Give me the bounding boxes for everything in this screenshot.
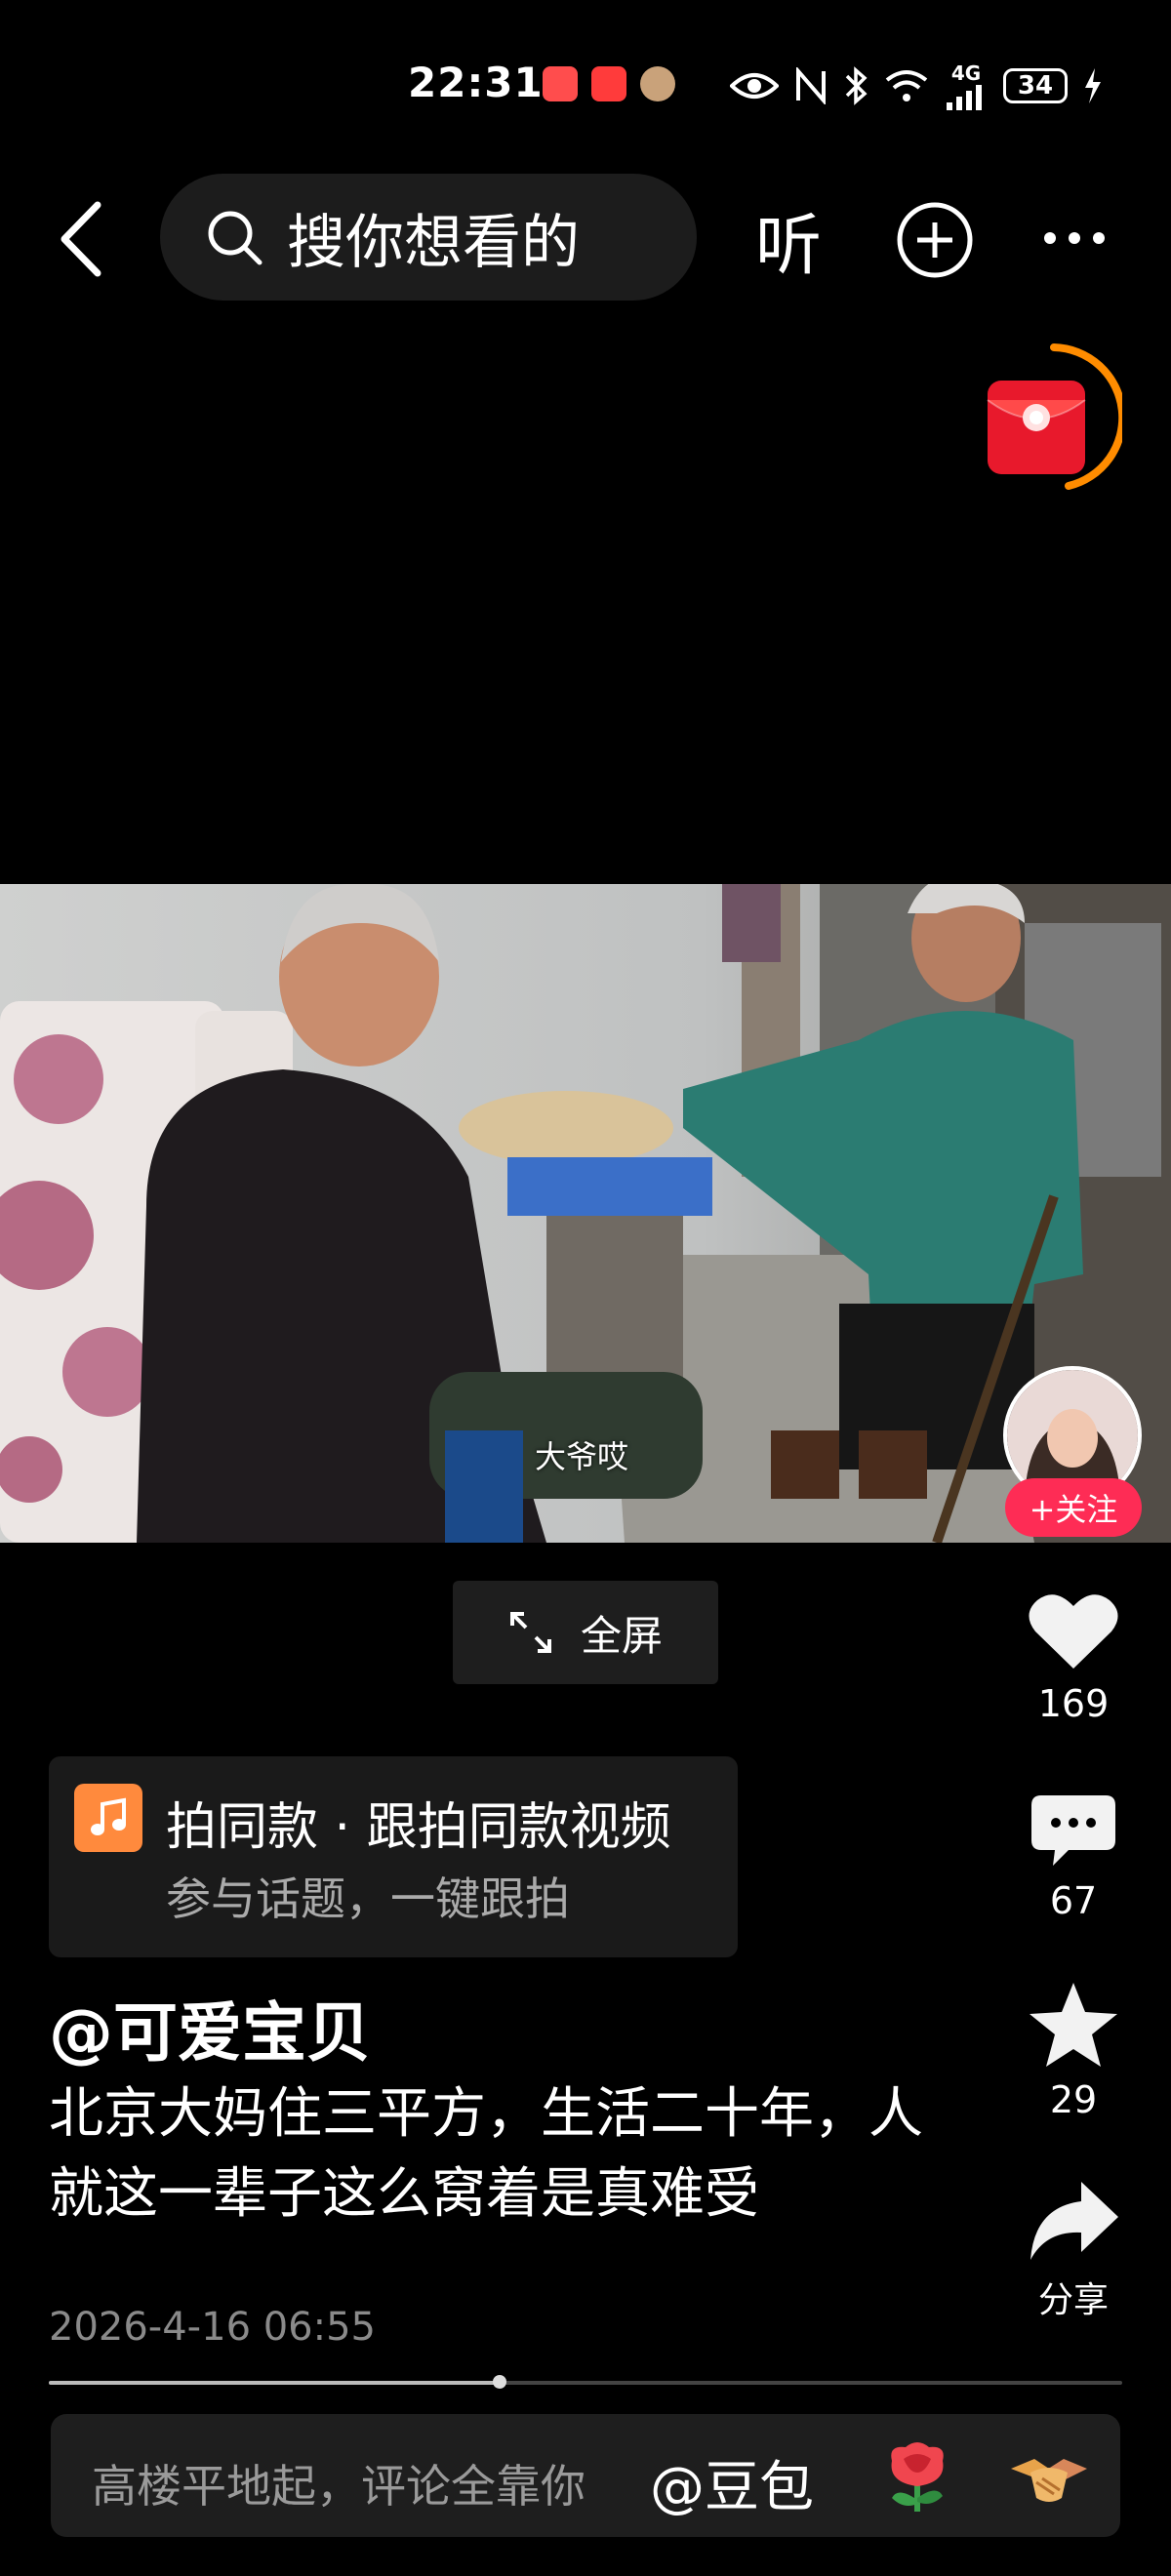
comment-icon: [1031, 1795, 1115, 1866]
battery-indicator: 34: [1003, 68, 1068, 103]
handshake-emoji-icon[interactable]: [1007, 2449, 1091, 2508]
red-envelope-icon[interactable]: [976, 342, 1122, 507]
back-icon[interactable]: [49, 195, 117, 283]
author-name[interactable]: @可爱宝贝: [49, 1981, 371, 2074]
add-icon[interactable]: [894, 199, 976, 281]
search-icon: [208, 211, 262, 265]
notification-icons: [543, 66, 675, 101]
heart-icon: [1029, 1594, 1118, 1669]
shoot-same-card[interactable]: 拍同款 · 跟拍同款视频 参与话题，一键跟拍: [49, 1756, 738, 1957]
charging-icon: [1085, 68, 1101, 103]
like-count: 169: [1037, 1682, 1110, 1725]
search-placeholder: 搜你想看的: [287, 208, 580, 277]
like-button[interactable]: 169: [1015, 1590, 1132, 1725]
more-icon[interactable]: [1042, 230, 1107, 246]
bluetooth-icon: [845, 66, 868, 105]
status-indicators: 4G 34: [730, 59, 1103, 113]
follow-label: +关注: [1029, 1491, 1118, 1528]
share-icon: [1030, 2182, 1118, 2260]
shoot-same-title: 拍同款 · 跟拍同款视频: [166, 1798, 671, 1857]
comment-button[interactable]: 67: [1015, 1791, 1132, 1922]
post-description: 北京大妈住三平方，生活二十年，人就这一辈子这么窝着是真难受: [49, 2082, 923, 2226]
expand-icon: [509, 1612, 551, 1653]
signal-icon: [947, 85, 982, 110]
search-bar[interactable]: 搜你想看的: [160, 174, 697, 301]
follow-button[interactable]: +关注: [1005, 1478, 1142, 1537]
store-notification-icon: [591, 66, 626, 101]
comment-count: 67: [1049, 1879, 1098, 1922]
eye-icon: [730, 73, 779, 99]
share-label: 分享: [1037, 2280, 1109, 2320]
cellular-signal: 4G: [945, 61, 988, 110]
favorite-button[interactable]: 29: [1015, 1981, 1132, 2121]
star-icon: [1030, 1983, 1117, 2067]
mention-doubao-button[interactable]: @豆包: [650, 2443, 814, 2522]
favorite-count: 29: [1049, 2078, 1098, 2121]
post-date: 2026-4-16 06:55: [49, 2305, 376, 2350]
share-button[interactable]: 分享: [1015, 2178, 1132, 2322]
wifi-icon: [885, 70, 928, 101]
comment-input-bar[interactable]: 高楼平地起，评论全靠你 @豆包: [51, 2414, 1120, 2537]
status-time: 22:31: [408, 59, 544, 106]
music-note-icon: [74, 1784, 142, 1852]
nfc-icon: [796, 67, 826, 104]
fullscreen-button[interactable]: 全屏: [453, 1581, 718, 1684]
progress-handle[interactable]: [493, 2375, 506, 2389]
fullscreen-label: 全屏: [580, 1611, 663, 1660]
battery-level: 34: [1017, 71, 1054, 101]
avatar-notification-icon: [640, 66, 675, 101]
progress-fill: [49, 2381, 500, 2385]
comment-placeholder: 高楼平地起，评论全靠你: [92, 2460, 586, 2513]
video-subtitle: 大爷哎: [535, 1438, 629, 1475]
app-notification-icon: [543, 66, 578, 101]
listen-button[interactable]: 听: [755, 191, 822, 288]
network-type: 4G: [950, 61, 982, 85]
shoot-same-subtitle: 参与话题，一键跟拍: [166, 1872, 570, 1925]
rose-emoji-icon[interactable]: [878, 2439, 956, 2514]
